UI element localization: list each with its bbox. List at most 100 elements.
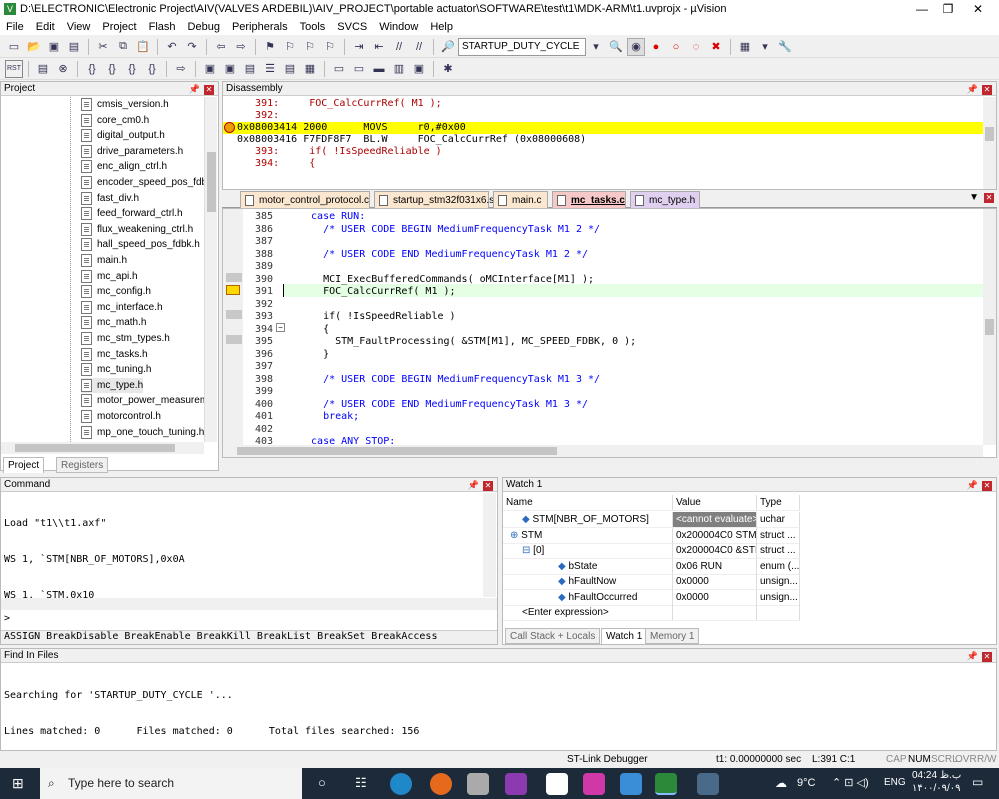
keil-icon[interactable]: [655, 773, 677, 795]
symbols-window-icon[interactable]: ▤: [241, 60, 259, 78]
project-file-item[interactable]: mp_one_touch_tuning.h: [81, 425, 204, 440]
menu-peripherals[interactable]: Peripherals: [226, 21, 294, 33]
project-file-item[interactable]: cmsis_version.h: [81, 97, 169, 112]
watch-row[interactable]: <Enter expression>: [503, 605, 800, 621]
code-line[interactable]: case RUN:: [299, 211, 365, 222]
redo-icon[interactable]: ↷: [183, 38, 201, 56]
project-file-item[interactable]: mc_api.h: [81, 269, 138, 284]
wrench-icon[interactable]: 🔧: [776, 38, 794, 56]
save-icon[interactable]: ▣: [45, 38, 63, 56]
windows-start-icon[interactable]: ⊞: [12, 775, 24, 792]
project-file-item[interactable]: enc_align_ctrl.h: [81, 159, 167, 174]
tab-project[interactable]: Project: [3, 457, 45, 473]
step-out-icon[interactable]: {}: [123, 60, 141, 78]
menu-view[interactable]: View: [61, 21, 97, 33]
maximize-button[interactable]: ❐: [932, 0, 964, 18]
nav-forward-icon[interactable]: ⇨: [232, 38, 250, 56]
system-viewer-icon[interactable]: ▣: [410, 60, 428, 78]
uncomment-icon[interactable]: //: [410, 38, 428, 56]
save-all-icon[interactable]: ▤: [65, 38, 83, 56]
tab-startup[interactable]: startup_stm32f031x6.s: [374, 191, 494, 208]
project-file-item[interactable]: mc_interface.h: [81, 300, 163, 315]
breakpoint-marker[interactable]: [226, 310, 242, 319]
col-type[interactable]: Type: [757, 495, 800, 511]
command-window-icon[interactable]: ▣: [201, 60, 219, 78]
code-line[interactable]: {: [299, 324, 329, 335]
watch-row[interactable]: ◆ hFaultNow 0x0000 unsign...: [503, 574, 800, 590]
tab-list-icon[interactable]: ▼: [969, 192, 979, 203]
pin-icon[interactable]: 📌 ✕: [967, 82, 992, 96]
serial-window-icon[interactable]: ▭: [350, 60, 368, 78]
watch-row[interactable]: ◆ hFaultOccurred 0x0000 unsign...: [503, 589, 800, 606]
project-scrollbar[interactable]: [204, 97, 217, 442]
analysis-window-icon[interactable]: ▬: [370, 60, 388, 78]
app-icon[interactable]: [467, 773, 489, 795]
project-file-item[interactable]: mc_type.h: [81, 377, 144, 393]
close-icon[interactable]: ✕: [984, 193, 994, 203]
watch-value[interactable]: [673, 605, 757, 621]
close-icon[interactable]: ✕: [982, 652, 992, 662]
clock-time[interactable]: 04:24 ب.ظ: [912, 770, 961, 781]
reset-icon[interactable]: RST: [5, 59, 23, 78]
project-file-item[interactable]: mc_tuning.h: [81, 362, 151, 377]
project-file-item[interactable]: motor_power_measureme: [81, 393, 214, 408]
code-line[interactable]: if( !IsSpeedReliable ): [299, 311, 455, 322]
project-hscrollbar[interactable]: [1, 442, 204, 454]
code-line[interactable]: /* USER CODE END MediumFrequencyTask M1 …: [299, 249, 588, 260]
command-prompt[interactable]: >: [4, 613, 10, 624]
watch-row[interactable]: ⊟ [0] 0x200004C0 &STM struct ...: [503, 543, 800, 559]
col-name[interactable]: Name: [503, 495, 673, 511]
tab-mc-type-h[interactable]: mc_type.h: [630, 191, 700, 208]
project-file-item[interactable]: mc_math.h: [81, 315, 146, 330]
debug-session-icon[interactable]: ◉: [627, 37, 645, 56]
tab-main-c[interactable]: main.c: [493, 191, 548, 208]
chevron-down-icon[interactable]: ▾: [587, 38, 605, 56]
command-hscrollbar[interactable]: [1, 598, 497, 610]
project-file-item[interactable]: hall_speed_pos_fdbk.h: [81, 237, 200, 252]
code-line[interactable]: /* USER CODE BEGIN MediumFrequencyTask M…: [299, 374, 600, 385]
breakpoint-marker[interactable]: [226, 335, 242, 344]
taskbar-search[interactable]: ⌕ Type here to search: [40, 768, 302, 799]
tab-watch-1[interactable]: Watch 1: [601, 628, 648, 644]
tray-icons[interactable]: ⌃ ⊡ ◁): [832, 776, 869, 789]
project-file-item[interactable]: digital_output.h: [81, 128, 165, 143]
command-scrollbar[interactable]: [483, 493, 496, 597]
breakpoint-disable-icon[interactable]: ○: [667, 38, 685, 56]
find-icon[interactable]: 🔍: [607, 38, 625, 56]
run-icon[interactable]: ▤: [34, 60, 52, 78]
widgets-icon[interactable]: ☷: [355, 775, 367, 791]
fold-toggle-icon[interactable]: −: [276, 323, 285, 332]
clock-date[interactable]: ۱۴۰۰/۰۹/۰۹: [912, 783, 961, 794]
close-button[interactable]: ✕: [962, 0, 994, 18]
pin-icon[interactable]: 📌 ✕: [967, 649, 992, 663]
project-file-item[interactable]: encoder_speed_pos_fdbk.: [81, 175, 215, 190]
app-icon[interactable]: [697, 773, 719, 795]
weather-icon[interactable]: ☁: [775, 776, 787, 790]
watch-value[interactable]: 0x200004C0 &STM: [673, 543, 757, 559]
step-into-icon[interactable]: {}: [83, 60, 101, 78]
project-file-item[interactable]: drive_parameters.h: [81, 144, 183, 159]
close-icon[interactable]: ✕: [204, 85, 214, 95]
menu-help[interactable]: Help: [424, 21, 459, 33]
code-line[interactable]: STM_FaultProcessing( &STM[M1], MC_SPEED_…: [299, 336, 636, 347]
project-file-item[interactable]: mc_tasks.h: [81, 347, 148, 362]
menu-edit[interactable]: Edit: [30, 21, 61, 33]
edge-icon[interactable]: [390, 773, 412, 795]
watch-value[interactable]: 0x200004C0 STM: [673, 527, 757, 544]
comment-icon[interactable]: //: [390, 38, 408, 56]
watch-row[interactable]: ⊕ STM 0x200004C0 STM struct ...: [503, 527, 800, 544]
tab-registers[interactable]: Registers: [56, 457, 109, 473]
next-bookmark-icon[interactable]: ⚐: [301, 38, 319, 56]
project-file-item[interactable]: core_cm0.h: [81, 113, 149, 128]
notification-icon[interactable]: ▭: [972, 775, 983, 789]
nav-back-icon[interactable]: ⇦: [212, 38, 230, 56]
menu-window[interactable]: Window: [373, 21, 424, 33]
project-file-item[interactable]: fast_div.h: [81, 191, 139, 206]
watch-row[interactable]: ◆ bState 0x06 RUN enum (...: [503, 558, 800, 575]
app-icon[interactable]: [546, 773, 568, 795]
undo-icon[interactable]: ↶: [163, 38, 181, 56]
show-next-statement-icon[interactable]: ⇨: [172, 60, 190, 78]
pin-icon[interactable]: 📌 ✕: [468, 478, 493, 492]
language-indicator[interactable]: ENG: [884, 777, 906, 788]
step-over-icon[interactable]: {}: [103, 60, 121, 78]
